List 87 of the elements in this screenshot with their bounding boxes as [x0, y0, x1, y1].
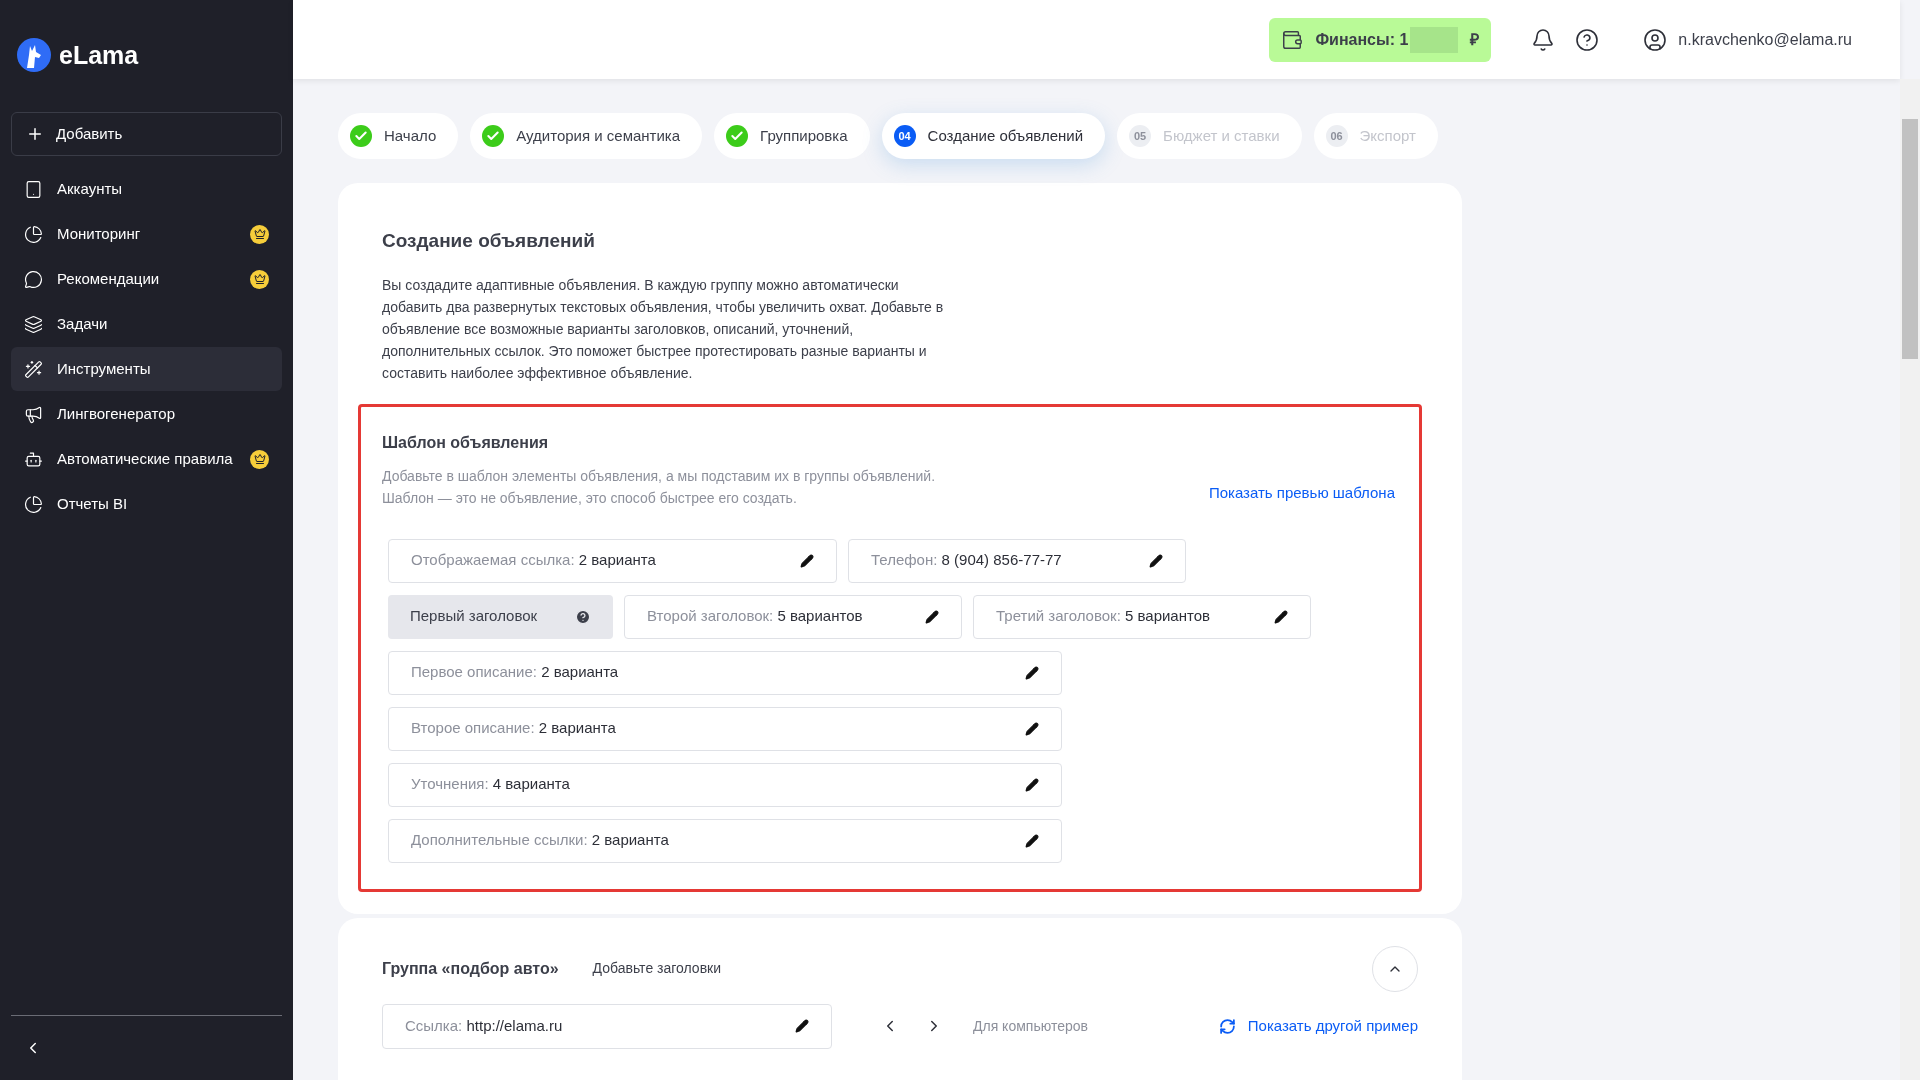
- step-label: Экспорт: [1359, 125, 1416, 146]
- template-field[interactable]: Уточнения: 4 варианта: [388, 762, 1062, 807]
- other-example-link[interactable]: Показать другой пример: [1247, 1014, 1418, 1038]
- edit-icon[interactable]: [795, 1019, 809, 1033]
- edit-icon[interactable]: [1274, 609, 1288, 624]
- edit-icon[interactable]: [925, 609, 939, 624]
- item-label: Отчеты BI: [57, 493, 129, 514]
- item-label: Мониторинг: [57, 223, 142, 244]
- preview-link[interactable]: Показать превью шаблона: [1208, 482, 1395, 505]
- edit-icon[interactable]: [1149, 553, 1163, 568]
- field-label: Третий заголовок: 5 вариантов: [996, 606, 1210, 627]
- edit-icon[interactable]: [1025, 665, 1039, 680]
- step-tab[interactable]: Начало: [338, 113, 459, 159]
- item-label: Аккаунты: [57, 178, 124, 199]
- megaphone-icon: [24, 404, 43, 424]
- refresh-icon[interactable]: [1218, 1017, 1236, 1035]
- finance-label: Финансы: 1: [1315, 29, 1409, 50]
- sidebar-item[interactable]: Инструменты: [11, 347, 282, 391]
- field-label: Отображаемая ссылка: 2 варианта: [411, 550, 656, 571]
- item-label: Автоматические правила: [57, 448, 234, 469]
- llama-logo-icon: [17, 38, 51, 72]
- template-text: Добавьте в шаблон элементы объявления, а мы подставим их в группы объявлений. Шаблон — это не объявление, это способ быстрее его создать.: [382, 466, 937, 508]
- edit-icon[interactable]: [800, 553, 814, 568]
- tablet-icon: [24, 179, 43, 199]
- sidebar-item[interactable]: Лингвогенератор: [11, 392, 282, 436]
- field-label: Первое описание: 2 варианта: [411, 662, 619, 683]
- edit-icon[interactable]: [1025, 721, 1039, 736]
- edit-icon[interactable]: [1025, 777, 1039, 792]
- currency-sign: ₽: [1470, 29, 1480, 50]
- template-field[interactable]: Первый заголовок: [388, 594, 613, 639]
- template-field[interactable]: Второе описание: 2 варианта: [388, 706, 1062, 751]
- step-number: 04: [893, 125, 916, 147]
- template-field[interactable]: Второй заголовок: 5 вариантов: [624, 594, 962, 639]
- field-label: Уточнения: 4 варианта: [411, 774, 570, 795]
- plus-icon: [26, 125, 44, 143]
- template-field[interactable]: Телефон: 8 (904) 856-77-77: [848, 538, 1186, 583]
- step-label: Бюджет и ставки: [1163, 125, 1280, 146]
- wallet-icon: [1281, 28, 1304, 51]
- pie-chart-icon: [24, 494, 43, 514]
- template-title: Шаблон объявления: [382, 432, 550, 453]
- field-label: Второй заголовок: 5 вариантов: [647, 606, 863, 627]
- intro-text: Вы создадите адаптивные объявления. В каждую группу можно автоматически добавить два развернутых текстовых объявления, чтобы увеличить охват. Добавьте в объявление все возможные варианты заголовков, описаний, уточнений, дополнительных ссылок. Это поможет быстрее протестировать разные варианты и составить наиболее эффективное объявление.: [382, 275, 945, 383]
- user-icon[interactable]: [1643, 27, 1668, 52]
- step-tab[interactable]: Группировка: [714, 113, 870, 159]
- item-label: Рекомендации: [57, 268, 161, 289]
- notification-bell-icon[interactable]: [1531, 27, 1556, 52]
- field-label: Первый заголовок: [410, 606, 538, 627]
- item-label: Лингвогенератор: [57, 403, 176, 424]
- item-label: Задачи: [57, 313, 109, 334]
- chat-bubble-icon: [24, 269, 43, 289]
- step-number: 05: [1129, 125, 1152, 147]
- layers-icon: [24, 314, 43, 334]
- step-tab[interactable]: 04 Создание объявлений: [881, 113, 1106, 159]
- step-label: Начало: [384, 125, 437, 146]
- field-label: Ссылка: http://elama.ru: [405, 1015, 563, 1036]
- user-email[interactable]: n.kravchenko@elama.ru: [1678, 27, 1852, 52]
- logo-text: eLama: [59, 40, 139, 71]
- sidebar-item[interactable]: Мониторинг: [11, 212, 282, 256]
- group-title: Группа «подбор авто»: [382, 958, 559, 979]
- field-label: Второе описание: 2 варианта: [411, 718, 616, 739]
- sidebar-item[interactable]: Рекомендации: [11, 257, 282, 301]
- sidebar-item[interactable]: Задачи: [11, 302, 282, 346]
- step-label: Создание объявлений: [927, 125, 1084, 146]
- template-field[interactable]: Первое описание: 2 варианта: [388, 650, 1062, 695]
- device-label: Для компьютеров: [973, 1016, 1088, 1036]
- step-label: Группировка: [760, 125, 848, 146]
- pie-chart-icon: [24, 224, 43, 244]
- sidebar-item[interactable]: Автоматические правила: [11, 437, 282, 481]
- magic-wand-icon: [24, 359, 43, 379]
- field-label: Дополнительные ссылки: 2 варианта: [411, 830, 669, 851]
- link-field[interactable]: Ссылка: http://elama.ru: [382, 1003, 832, 1049]
- edit-icon[interactable]: [1025, 833, 1039, 848]
- step-label: Аудитория и семантика: [516, 125, 681, 146]
- section-title: Создание объявлений: [382, 229, 596, 253]
- step-tab[interactable]: Аудитория и семантика: [470, 113, 703, 159]
- add-button[interactable]: Добавить: [11, 112, 282, 156]
- template-field[interactable]: Дополнительные ссылки: 2 варианта: [388, 818, 1062, 863]
- field-label: Телефон: 8 (904) 856-77-77: [871, 550, 1062, 571]
- sidebar-item[interactable]: Отчеты BI: [11, 482, 282, 526]
- help-icon[interactable]: [1575, 27, 1600, 52]
- template-field[interactable]: Третий заголовок: 5 вариантов: [973, 594, 1311, 639]
- sidebar-item[interactable]: Аккаунты: [11, 167, 282, 211]
- finance-button[interactable]: Финансы: 1 ₽: [1269, 17, 1492, 62]
- template-field[interactable]: Отображаемая ссылка: 2 варианта: [388, 538, 837, 583]
- step-number: 06: [1325, 125, 1348, 147]
- item-label: Инструменты: [57, 358, 152, 379]
- group-hint: Добавьте заголовки: [592, 959, 722, 978]
